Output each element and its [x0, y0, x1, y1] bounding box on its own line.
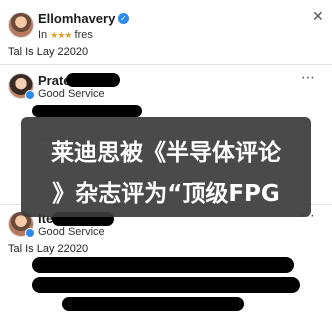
- review-date: Tal Is Lay 22020: [8, 46, 89, 58]
- redacted-text: [32, 257, 294, 273]
- redacted-text: [62, 297, 244, 311]
- reviewer-name: Ellomhavery: [38, 11, 116, 26]
- verified-icon: [25, 228, 35, 238]
- review-date: Tal Is Lay 22020: [8, 243, 89, 255]
- redacted-text: [32, 105, 142, 117]
- verified-icon: [25, 90, 35, 100]
- verified-icon: ✓: [118, 13, 129, 24]
- avatar[interactable]: [8, 12, 34, 38]
- more-options-icon[interactable]: ⋯: [301, 69, 315, 86]
- review-rating-line: In ★★★ fres: [38, 29, 93, 41]
- redacted-name: [66, 73, 120, 87]
- rating-suffix: fres: [74, 29, 93, 41]
- review-card-3: Ite Good Service Tal Is Lay 22020 ⋯: [0, 204, 332, 333]
- caption-line-1: 莱迪思被《半导体评论: [51, 140, 281, 166]
- rating-prefix: In: [38, 29, 48, 41]
- review-card-1: Ellomhavery ✓ In ★★★ fres Tal Is Lay 220…: [0, 0, 332, 64]
- caption-line-2: 》杂志评为“顶级FPG: [52, 181, 280, 207]
- close-icon[interactable]: ✕: [312, 8, 324, 25]
- redacted-text: [32, 277, 300, 293]
- review-title: Good Service: [38, 226, 105, 238]
- caption-overlay: 莱迪思被《半导体评论 》杂志评为“顶级FPG: [21, 117, 311, 217]
- review-title: Good Service: [38, 88, 105, 100]
- star-rating-icon: ★★★: [50, 30, 72, 40]
